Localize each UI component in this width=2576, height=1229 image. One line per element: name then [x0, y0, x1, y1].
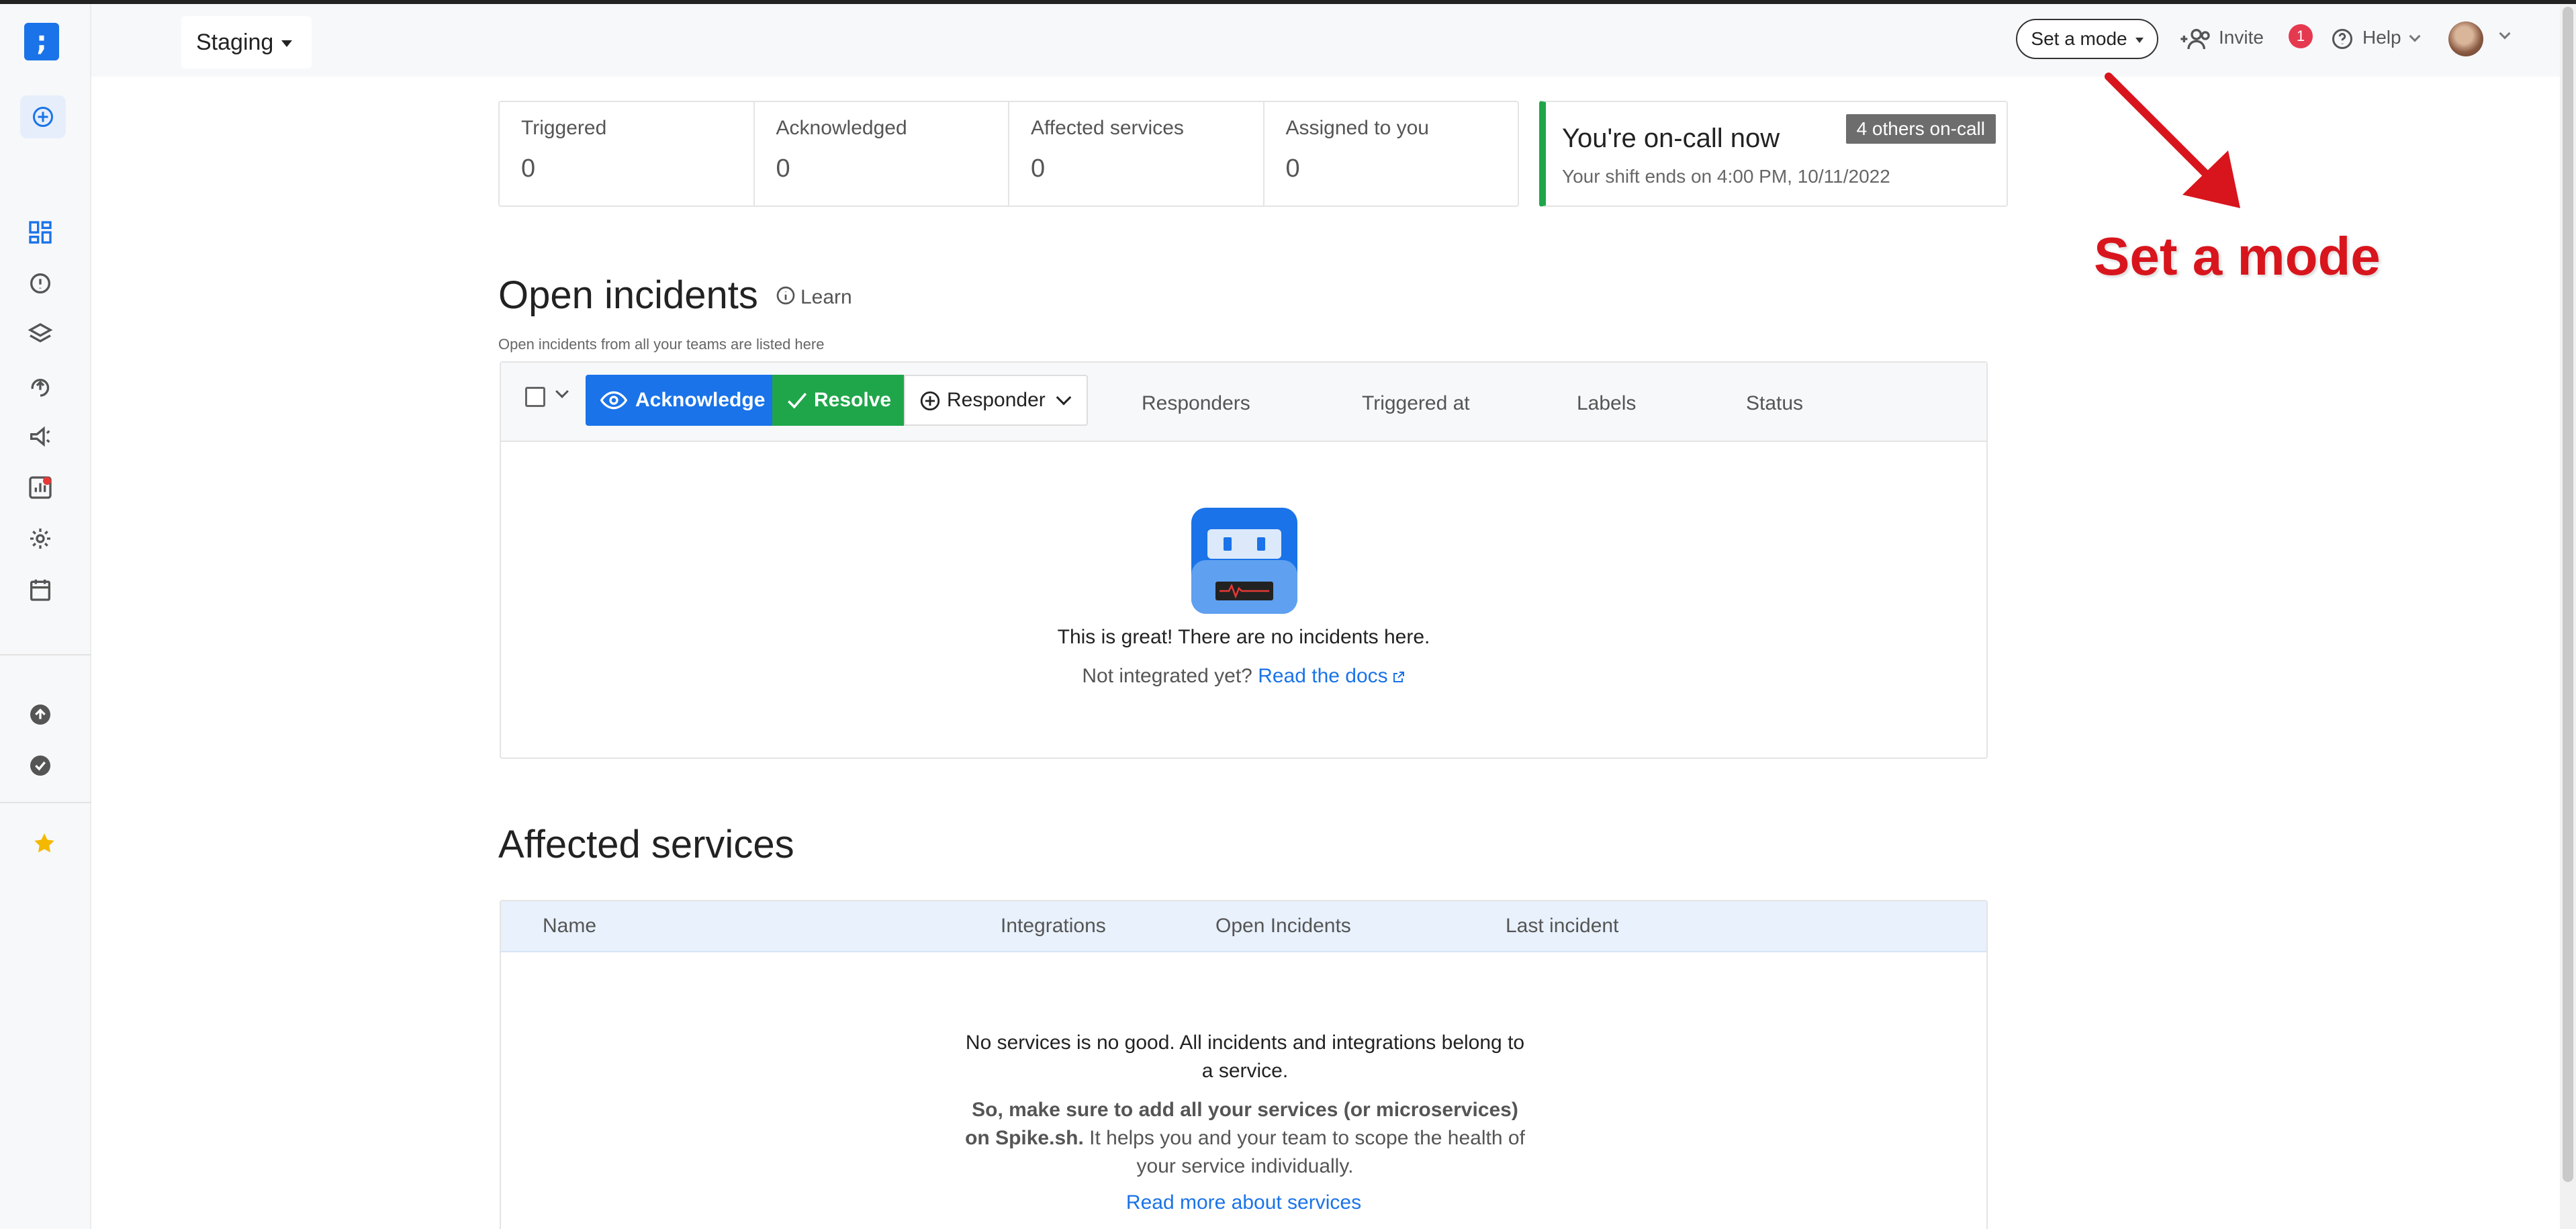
environment-label: Staging	[196, 30, 274, 55]
external-link-icon	[1393, 672, 1404, 682]
caret-down-icon	[2135, 37, 2144, 43]
select-all-checkbox[interactable]	[525, 387, 545, 407]
plus-circle-icon	[33, 107, 53, 127]
info-icon	[776, 286, 795, 305]
column-status[interactable]: Status	[1746, 392, 1803, 415]
stat-label: Assigned to you	[1285, 117, 1429, 139]
help-label: Help	[2362, 27, 2401, 48]
resolve-button[interactable]: Resolve	[772, 375, 904, 426]
alert-rules-icon[interactable]	[27, 423, 54, 450]
oncall-card[interactable]: You're on-call now Your shift ends on 4:…	[1539, 101, 2008, 207]
open-incidents-subtitle: Open incidents from all your teams are l…	[498, 336, 825, 353]
help-menu[interactable]: Help	[2330, 21, 2421, 54]
chevron-down-icon[interactable]	[555, 385, 569, 398]
read-the-docs-link[interactable]: Read the docs	[1258, 665, 1405, 687]
sidebar: ;	[0, 4, 91, 1229]
not-integrated-text: Not integrated yet? Read the docs	[501, 665, 1986, 688]
create-new-button[interactable]	[20, 95, 66, 138]
stat-triggered[interactable]: Triggered 0	[500, 102, 755, 206]
stat-value: 0	[1285, 154, 1300, 183]
stat-assigned-to-you[interactable]: Assigned to you 0	[1264, 102, 1518, 206]
escalation-icon[interactable]	[27, 372, 54, 399]
annotation-arrow-icon	[2105, 73, 2240, 208]
incidents-table: Acknowledge Resolve Responder Responders…	[500, 361, 1988, 759]
sidebar-divider	[0, 654, 91, 655]
open-incidents-heading: Open incidents	[498, 273, 758, 317]
responder-dropdown[interactable]: Responder	[904, 375, 1088, 426]
check-icon	[787, 392, 807, 409]
page-scrollbar[interactable]	[2560, 4, 2576, 1229]
status-check-icon[interactable]	[27, 752, 54, 779]
incident-stats: Triggered 0 Acknowledged 0 Affected serv…	[498, 101, 1519, 207]
user-avatar[interactable]	[2448, 21, 2483, 56]
services-table: Name Integrations Open Incidents Last in…	[500, 900, 1988, 1229]
invite-label: Invite	[2219, 27, 2264, 48]
column-open-incidents[interactable]: Open Incidents	[1215, 915, 1351, 938]
column-labels[interactable]: Labels	[1577, 392, 1636, 415]
services-layers-icon[interactable]	[27, 321, 54, 348]
column-name[interactable]: Name	[543, 915, 596, 938]
add-services-advice-rest: It helps you and your team to scope the …	[1083, 1127, 1525, 1177]
others-oncall-badge[interactable]: 4 others on-call	[1845, 114, 1996, 144]
stat-label: Triggered	[521, 117, 607, 139]
plus-circle-icon	[920, 391, 940, 411]
eye-icon	[600, 391, 627, 410]
chevron-down-icon	[2409, 30, 2421, 42]
set-mode-label: Set a mode	[2031, 28, 2127, 49]
oncall-shift-end: Your shift ends on 4:00 PM, 10/11/2022	[1562, 166, 1890, 187]
column-integrations[interactable]: Integrations	[1001, 915, 1106, 938]
incidents-toolbar: Acknowledge Resolve Responder Responders…	[501, 363, 1986, 442]
column-last-incident[interactable]: Last incident	[1506, 915, 1618, 938]
column-responders[interactable]: Responders	[1142, 392, 1250, 415]
reports-notification-dot	[43, 477, 51, 485]
column-triggered-at[interactable]: Triggered at	[1362, 392, 1470, 415]
add-users-icon	[2180, 28, 2210, 49]
services-table-header: Name Integrations Open Incidents Last in…	[501, 901, 1986, 952]
star-icon[interactable]	[31, 830, 58, 857]
chevron-down-icon	[1056, 390, 1072, 406]
acknowledge-button[interactable]: Acknowledge	[586, 375, 772, 426]
learn-label: Learn	[800, 286, 852, 308]
stat-affected-services[interactable]: Affected services 0	[1009, 102, 1264, 206]
set-mode-dropdown[interactable]: Set a mode	[2016, 19, 2158, 59]
stat-value: 0	[521, 154, 536, 183]
add-services-advice: So, make sure to add all your services (…	[964, 1096, 1526, 1181]
annotation-label: Set a mode	[2094, 226, 2381, 286]
no-incidents-message: This is great! There are no incidents he…	[1057, 626, 1430, 648]
environment-selector[interactable]: Staging	[181, 16, 312, 69]
stat-label: Affected services	[1031, 117, 1184, 139]
caret-down-icon	[281, 40, 293, 48]
no-services-message: No services is no good. All incidents an…	[965, 1032, 1525, 1082]
robot-illustration	[1191, 508, 1297, 614]
calendar-icon[interactable]	[27, 576, 54, 603]
sidebar-divider	[0, 802, 91, 803]
incidents-alert-icon[interactable]	[27, 270, 54, 297]
upgrade-arrow-icon[interactable]	[27, 701, 54, 728]
stat-value: 0	[1031, 154, 1046, 183]
acknowledge-label: Acknowledge	[635, 389, 766, 411]
not-integrated-label: Not integrated yet?	[1082, 665, 1252, 687]
read-the-docs-label: Read the docs	[1258, 665, 1388, 687]
question-circle-icon	[2332, 28, 2352, 49]
resolve-label: Resolve	[814, 389, 892, 411]
stat-acknowledged[interactable]: Acknowledged 0	[755, 102, 1009, 206]
spike-logo[interactable]: ;	[24, 23, 59, 60]
invite-count-badge: 1	[2289, 24, 2313, 48]
dashboard-icon[interactable]	[27, 219, 54, 246]
settings-gear-icon[interactable]	[27, 525, 54, 552]
learn-link[interactable]: Learn	[775, 285, 852, 309]
invite-button[interactable]: Invite	[2178, 21, 2264, 54]
stat-value: 0	[776, 154, 790, 183]
read-more-services-link[interactable]: Read more about services	[501, 1191, 1986, 1214]
stat-label: Acknowledged	[776, 117, 907, 139]
affected-services-heading: Affected services	[498, 823, 794, 866]
scrollbar-thumb[interactable]	[2563, 7, 2573, 1182]
responder-label: Responder	[947, 389, 1046, 411]
